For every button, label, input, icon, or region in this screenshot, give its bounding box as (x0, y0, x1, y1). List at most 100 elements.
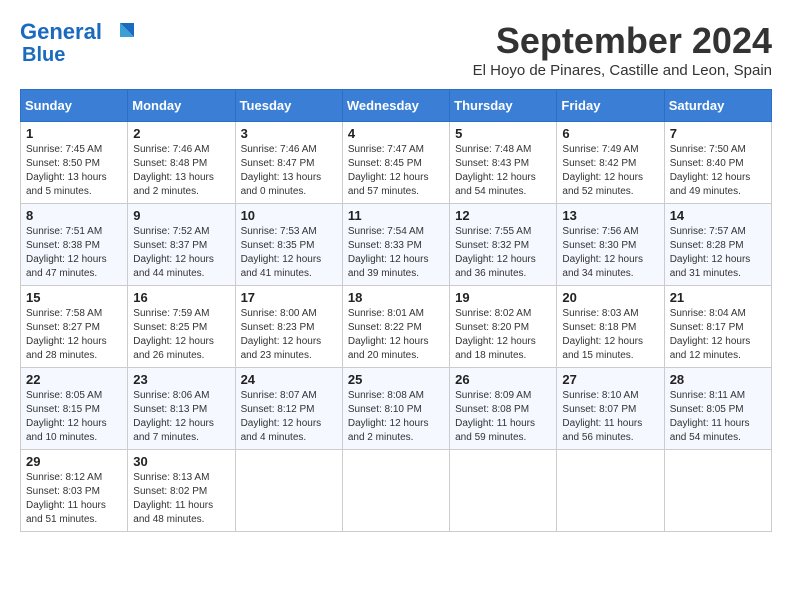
day-number: 30 (133, 454, 229, 469)
page-header: General Blue September 2024 El Hoyo de P… (20, 20, 772, 79)
day-info: Sunrise: 8:13 AM Sunset: 8:02 PM Dayligh… (133, 471, 229, 527)
calendar-cell (450, 450, 557, 532)
day-info: Sunrise: 7:54 AM Sunset: 8:33 PM Dayligh… (348, 225, 444, 281)
day-number: 22 (26, 372, 122, 387)
header-sunday: Sunday (21, 90, 128, 122)
logo-icon (102, 21, 134, 43)
calendar-table: SundayMondayTuesdayWednesdayThursdayFrid… (20, 89, 772, 532)
day-number: 2 (133, 126, 229, 141)
calendar-cell: 22 Sunrise: 8:05 AM Sunset: 8:15 PM Dayl… (21, 368, 128, 450)
day-number: 19 (455, 290, 551, 305)
calendar-cell: 6 Sunrise: 7:49 AM Sunset: 8:42 PM Dayli… (557, 122, 664, 204)
calendar-cell: 23 Sunrise: 8:06 AM Sunset: 8:13 PM Dayl… (128, 368, 235, 450)
day-number: 15 (26, 290, 122, 305)
day-info: Sunrise: 8:02 AM Sunset: 8:20 PM Dayligh… (455, 307, 551, 363)
day-info: Sunrise: 8:07 AM Sunset: 8:12 PM Dayligh… (241, 389, 337, 445)
calendar-cell: 10 Sunrise: 7:53 AM Sunset: 8:35 PM Dayl… (235, 204, 342, 286)
calendar-cell: 8 Sunrise: 7:51 AM Sunset: 8:38 PM Dayli… (21, 204, 128, 286)
logo: General Blue (20, 20, 134, 66)
day-number: 20 (562, 290, 658, 305)
calendar-cell: 11 Sunrise: 7:54 AM Sunset: 8:33 PM Dayl… (342, 204, 449, 286)
calendar-cell: 7 Sunrise: 7:50 AM Sunset: 8:40 PM Dayli… (664, 122, 771, 204)
day-info: Sunrise: 7:55 AM Sunset: 8:32 PM Dayligh… (455, 225, 551, 281)
day-number: 8 (26, 208, 122, 223)
header-monday: Monday (128, 90, 235, 122)
calendar-week-2: 8 Sunrise: 7:51 AM Sunset: 8:38 PM Dayli… (21, 204, 772, 286)
logo-text: General (20, 20, 102, 44)
day-number: 11 (348, 208, 444, 223)
day-number: 4 (348, 126, 444, 141)
day-info: Sunrise: 8:06 AM Sunset: 8:13 PM Dayligh… (133, 389, 229, 445)
month-title: September 2024 (473, 20, 772, 62)
day-number: 18 (348, 290, 444, 305)
day-number: 25 (348, 372, 444, 387)
day-info: Sunrise: 7:45 AM Sunset: 8:50 PM Dayligh… (26, 143, 122, 199)
day-info: Sunrise: 7:50 AM Sunset: 8:40 PM Dayligh… (670, 143, 766, 199)
calendar-cell: 27 Sunrise: 8:10 AM Sunset: 8:07 PM Dayl… (557, 368, 664, 450)
calendar-cell: 20 Sunrise: 8:03 AM Sunset: 8:18 PM Dayl… (557, 286, 664, 368)
day-number: 9 (133, 208, 229, 223)
calendar-cell: 4 Sunrise: 7:47 AM Sunset: 8:45 PM Dayli… (342, 122, 449, 204)
day-number: 23 (133, 372, 229, 387)
day-number: 13 (562, 208, 658, 223)
day-number: 5 (455, 126, 551, 141)
day-number: 27 (562, 372, 658, 387)
header-tuesday: Tuesday (235, 90, 342, 122)
day-number: 7 (670, 126, 766, 141)
day-info: Sunrise: 8:05 AM Sunset: 8:15 PM Dayligh… (26, 389, 122, 445)
day-number: 16 (133, 290, 229, 305)
day-info: Sunrise: 7:52 AM Sunset: 8:37 PM Dayligh… (133, 225, 229, 281)
day-info: Sunrise: 8:01 AM Sunset: 8:22 PM Dayligh… (348, 307, 444, 363)
header-thursday: Thursday (450, 90, 557, 122)
day-info: Sunrise: 8:00 AM Sunset: 8:23 PM Dayligh… (241, 307, 337, 363)
day-info: Sunrise: 8:08 AM Sunset: 8:10 PM Dayligh… (348, 389, 444, 445)
calendar-cell (235, 450, 342, 532)
calendar-cell: 14 Sunrise: 7:57 AM Sunset: 8:28 PM Dayl… (664, 204, 771, 286)
calendar-cell (342, 450, 449, 532)
day-info: Sunrise: 7:48 AM Sunset: 8:43 PM Dayligh… (455, 143, 551, 199)
day-info: Sunrise: 7:46 AM Sunset: 8:47 PM Dayligh… (241, 143, 337, 199)
day-info: Sunrise: 7:59 AM Sunset: 8:25 PM Dayligh… (133, 307, 229, 363)
day-info: Sunrise: 8:04 AM Sunset: 8:17 PM Dayligh… (670, 307, 766, 363)
calendar-week-5: 29 Sunrise: 8:12 AM Sunset: 8:03 PM Dayl… (21, 450, 772, 532)
day-info: Sunrise: 7:57 AM Sunset: 8:28 PM Dayligh… (670, 225, 766, 281)
day-number: 3 (241, 126, 337, 141)
calendar-cell: 26 Sunrise: 8:09 AM Sunset: 8:08 PM Dayl… (450, 368, 557, 450)
day-number: 10 (241, 208, 337, 223)
calendar-cell: 5 Sunrise: 7:48 AM Sunset: 8:43 PM Dayli… (450, 122, 557, 204)
calendar-week-1: 1 Sunrise: 7:45 AM Sunset: 8:50 PM Dayli… (21, 122, 772, 204)
day-number: 26 (455, 372, 551, 387)
calendar-cell: 16 Sunrise: 7:59 AM Sunset: 8:25 PM Dayl… (128, 286, 235, 368)
day-info: Sunrise: 7:46 AM Sunset: 8:48 PM Dayligh… (133, 143, 229, 199)
calendar-cell: 25 Sunrise: 8:08 AM Sunset: 8:10 PM Dayl… (342, 368, 449, 450)
day-number: 12 (455, 208, 551, 223)
location-subtitle: El Hoyo de Pinares, Castille and Leon, S… (473, 62, 772, 79)
day-info: Sunrise: 8:12 AM Sunset: 8:03 PM Dayligh… (26, 471, 122, 527)
calendar-cell: 18 Sunrise: 8:01 AM Sunset: 8:22 PM Dayl… (342, 286, 449, 368)
day-info: Sunrise: 7:49 AM Sunset: 8:42 PM Dayligh… (562, 143, 658, 199)
day-info: Sunrise: 7:51 AM Sunset: 8:38 PM Dayligh… (26, 225, 122, 281)
day-info: Sunrise: 7:47 AM Sunset: 8:45 PM Dayligh… (348, 143, 444, 199)
day-number: 17 (241, 290, 337, 305)
day-number: 1 (26, 126, 122, 141)
calendar-week-3: 15 Sunrise: 7:58 AM Sunset: 8:27 PM Dayl… (21, 286, 772, 368)
day-number: 24 (241, 372, 337, 387)
day-info: Sunrise: 8:10 AM Sunset: 8:07 PM Dayligh… (562, 389, 658, 445)
calendar-header-row: SundayMondayTuesdayWednesdayThursdayFrid… (21, 90, 772, 122)
header-saturday: Saturday (664, 90, 771, 122)
calendar-cell: 13 Sunrise: 7:56 AM Sunset: 8:30 PM Dayl… (557, 204, 664, 286)
calendar-cell: 21 Sunrise: 8:04 AM Sunset: 8:17 PM Dayl… (664, 286, 771, 368)
day-number: 28 (670, 372, 766, 387)
calendar-cell: 9 Sunrise: 7:52 AM Sunset: 8:37 PM Dayli… (128, 204, 235, 286)
day-number: 21 (670, 290, 766, 305)
day-info: Sunrise: 7:56 AM Sunset: 8:30 PM Dayligh… (562, 225, 658, 281)
day-info: Sunrise: 7:58 AM Sunset: 8:27 PM Dayligh… (26, 307, 122, 363)
day-info: Sunrise: 7:53 AM Sunset: 8:35 PM Dayligh… (241, 225, 337, 281)
header-friday: Friday (557, 90, 664, 122)
calendar-cell (557, 450, 664, 532)
day-number: 6 (562, 126, 658, 141)
day-info: Sunrise: 8:03 AM Sunset: 8:18 PM Dayligh… (562, 307, 658, 363)
calendar-cell: 2 Sunrise: 7:46 AM Sunset: 8:48 PM Dayli… (128, 122, 235, 204)
title-area: September 2024 El Hoyo de Pinares, Casti… (473, 20, 772, 79)
calendar-cell: 15 Sunrise: 7:58 AM Sunset: 8:27 PM Dayl… (21, 286, 128, 368)
